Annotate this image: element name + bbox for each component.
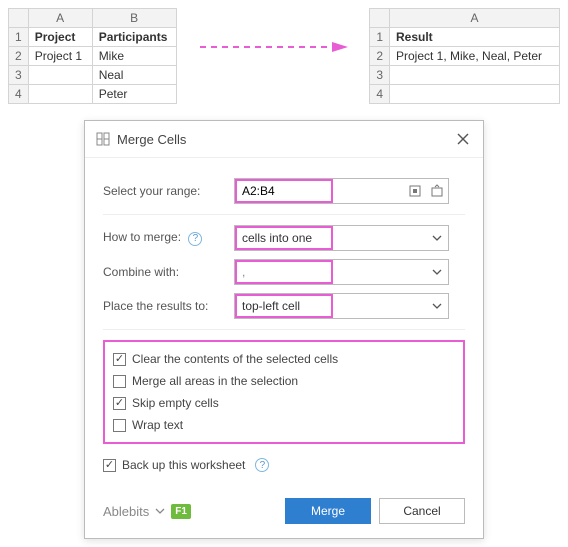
cell[interactable]: Neal: [92, 66, 176, 85]
chevron-down-icon: [426, 295, 448, 317]
cell[interactable]: [28, 85, 92, 104]
cell[interactable]: Result: [390, 28, 560, 47]
select-range-icon[interactable]: [404, 180, 426, 202]
close-button[interactable]: [453, 129, 473, 149]
cell[interactable]: Project 1: [28, 47, 92, 66]
options-group: Clear the contents of the selected cells…: [103, 340, 465, 444]
brand-label[interactable]: Ablebits: [103, 504, 149, 519]
backup-worksheet-checkbox[interactable]: [103, 459, 116, 472]
place-results-value: top-left cell: [236, 295, 332, 317]
cell[interactable]: Project: [28, 28, 92, 47]
result-spreadsheet: A 1 Result 2 Project 1, Mike, Neal, Pete…: [369, 8, 560, 104]
row-header[interactable]: 4: [370, 85, 390, 104]
col-header[interactable]: B: [92, 9, 176, 28]
range-input[interactable]: [236, 180, 332, 202]
cell[interactable]: [28, 66, 92, 85]
corner-cell: [370, 9, 390, 28]
arrow-icon: [185, 8, 362, 68]
col-header[interactable]: A: [28, 9, 92, 28]
help-icon[interactable]: ?: [188, 232, 202, 246]
wrap-text-checkbox[interactable]: [113, 419, 126, 432]
row-header[interactable]: 2: [9, 47, 29, 66]
place-results-select[interactable]: top-left cell: [234, 293, 449, 319]
backup-worksheet-label: Back up this worksheet: [122, 458, 245, 472]
skip-empty-cells-label: Skip empty cells: [132, 396, 219, 410]
clear-contents-checkbox[interactable]: [113, 353, 126, 366]
merge-button[interactable]: Merge: [285, 498, 371, 524]
wrap-text-label: Wrap text: [132, 418, 183, 432]
source-spreadsheet: A B 1 Project Participants 2 Project 1 M…: [8, 8, 177, 104]
combine-with-value: ,: [236, 261, 332, 283]
merge-cells-dialog: Merge Cells Select your range: How to me…: [84, 120, 484, 539]
combine-with-select[interactable]: ,: [234, 259, 449, 285]
combine-with-label: Combine with:: [103, 265, 228, 279]
range-label: Select your range:: [103, 184, 228, 198]
cell[interactable]: Participants: [92, 28, 176, 47]
cancel-button[interactable]: Cancel: [379, 498, 465, 524]
merge-all-areas-label: Merge all areas in the selection: [132, 374, 298, 388]
row-header[interactable]: 1: [370, 28, 390, 47]
how-to-merge-label: How to merge: ?: [103, 230, 228, 246]
how-to-merge-value: cells into one: [236, 227, 332, 249]
row-header[interactable]: 1: [9, 28, 29, 47]
merge-cells-icon: [95, 131, 111, 147]
merge-all-areas-checkbox[interactable]: [113, 375, 126, 388]
cell[interactable]: [390, 66, 560, 85]
cell[interactable]: Project 1, Mike, Neal, Peter: [390, 47, 560, 66]
range-field-wrap: [234, 178, 449, 204]
help-icon[interactable]: ?: [255, 458, 269, 472]
col-header[interactable]: A: [390, 9, 560, 28]
cell[interactable]: Mike: [92, 47, 176, 66]
row-header[interactable]: 3: [370, 66, 390, 85]
row-header[interactable]: 4: [9, 85, 29, 104]
dialog-title: Merge Cells: [117, 132, 453, 147]
how-to-merge-select[interactable]: cells into one: [234, 225, 449, 251]
expand-range-icon[interactable]: [426, 180, 448, 202]
corner-cell: [9, 9, 29, 28]
row-header[interactable]: 3: [9, 66, 29, 85]
chevron-down-icon: [426, 227, 448, 249]
chevron-down-icon: [155, 504, 165, 519]
f1-help-badge[interactable]: F1: [171, 504, 191, 519]
cell[interactable]: Peter: [92, 85, 176, 104]
clear-contents-label: Clear the contents of the selected cells: [132, 352, 338, 366]
cell[interactable]: [390, 85, 560, 104]
skip-empty-cells-checkbox[interactable]: [113, 397, 126, 410]
row-header[interactable]: 2: [370, 47, 390, 66]
chevron-down-icon: [426, 261, 448, 283]
place-results-label: Place the results to:: [103, 299, 228, 313]
